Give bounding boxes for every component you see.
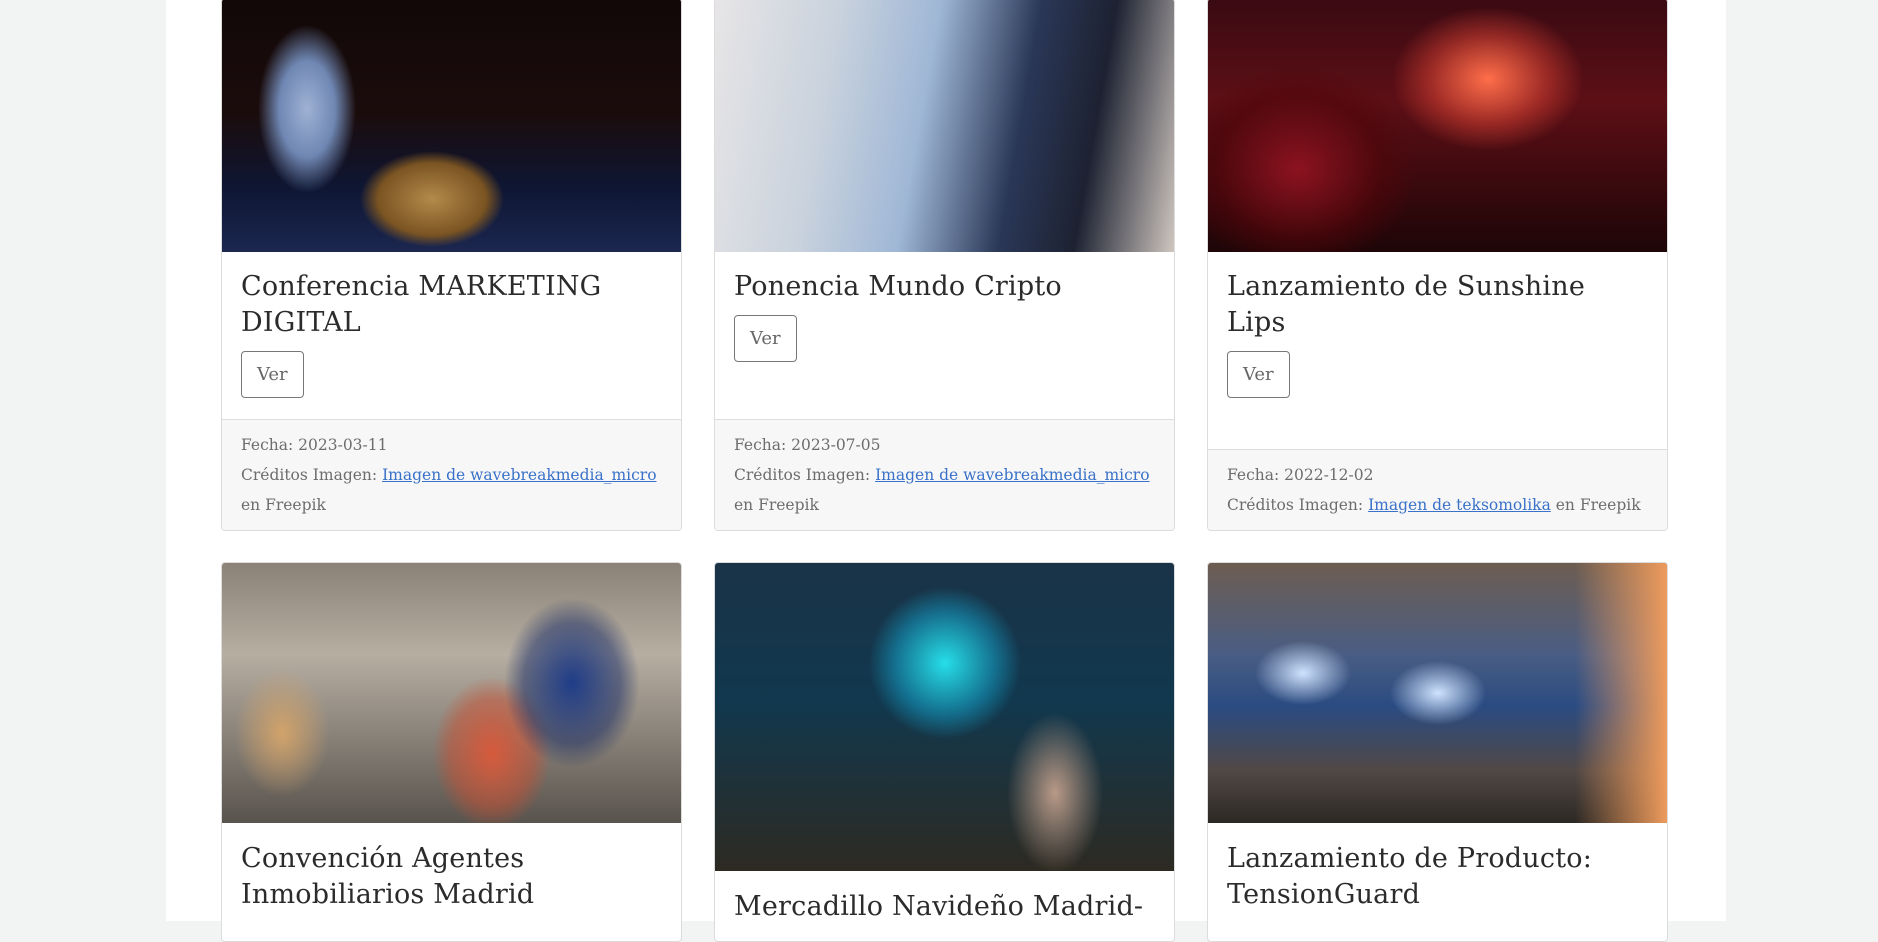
credits-link[interactable]: Imagen de wavebreakmedia_micro — [875, 466, 1149, 484]
event-card: Convención Agentes Inmobiliarios Madrid — [221, 562, 682, 942]
event-date: Fecha: 2022-12-02 — [1227, 466, 1374, 484]
event-date: Fecha: 2023-03-11 — [241, 436, 388, 454]
credits-label: Créditos Imagen: — [1227, 496, 1364, 514]
event-title: Mercadillo Navideño Madrid- — [734, 891, 1144, 922]
event-image — [1208, 563, 1667, 823]
event-image — [1208, 0, 1667, 252]
view-button[interactable]: Ver — [734, 315, 797, 362]
event-date: Fecha: 2023-07-05 — [734, 436, 881, 454]
image-credits: Créditos Imagen: Imagen de wavebreakmedi… — [241, 460, 662, 520]
event-title: Convención Agentes Inmobiliarios Madrid — [241, 843, 535, 910]
content-area: Conferencia MARKETING DIGITAL Ver Fecha:… — [166, 0, 1726, 942]
image-credits: Créditos Imagen: Imagen de wavebreakmedi… — [734, 460, 1155, 520]
event-card: Mercadillo Navideño Madrid- — [714, 562, 1175, 942]
event-image — [222, 563, 681, 823]
credits-label: Créditos Imagen: — [241, 466, 378, 484]
event-card: Lanzamiento de Producto: TensionGuard — [1207, 562, 1668, 942]
credits-link[interactable]: Imagen de teksomolika — [1368, 496, 1551, 514]
credits-suffix: en Freepik — [734, 496, 819, 514]
event-title: Conferencia MARKETING DIGITAL — [241, 271, 602, 338]
view-button[interactable]: Ver — [1227, 351, 1290, 398]
event-card: Lanzamiento de Sunshine Lips Ver Fecha: … — [1207, 0, 1668, 531]
credits-suffix: en Freepik — [1555, 496, 1641, 514]
view-button[interactable]: Ver — [241, 351, 304, 398]
event-card: Conferencia MARKETING DIGITAL Ver Fecha:… — [221, 0, 682, 531]
credits-label: Créditos Imagen: — [734, 466, 871, 484]
credits-suffix: en Freepik — [241, 496, 326, 514]
card-footer: Fecha: 2022-12-02 Créditos Imagen: Image… — [1208, 449, 1667, 530]
event-image — [222, 0, 681, 252]
event-title: Lanzamiento de Producto: TensionGuard — [1227, 843, 1593, 910]
event-title: Lanzamiento de Sunshine Lips — [1227, 271, 1585, 338]
event-card: Ponencia Mundo Cripto Ver Fecha: 2023-07… — [714, 0, 1175, 531]
image-credits: Créditos Imagen: Imagen de teksomolika e… — [1227, 490, 1648, 520]
event-title: Ponencia Mundo Cripto — [734, 271, 1062, 302]
event-image — [715, 563, 1174, 871]
card-footer: Fecha: 2023-03-11 Créditos Imagen: Image… — [222, 419, 681, 530]
event-image — [715, 0, 1174, 252]
card-footer: Fecha: 2023-07-05 Créditos Imagen: Image… — [715, 419, 1174, 530]
credits-link[interactable]: Imagen de wavebreakmedia_micro — [382, 466, 656, 484]
